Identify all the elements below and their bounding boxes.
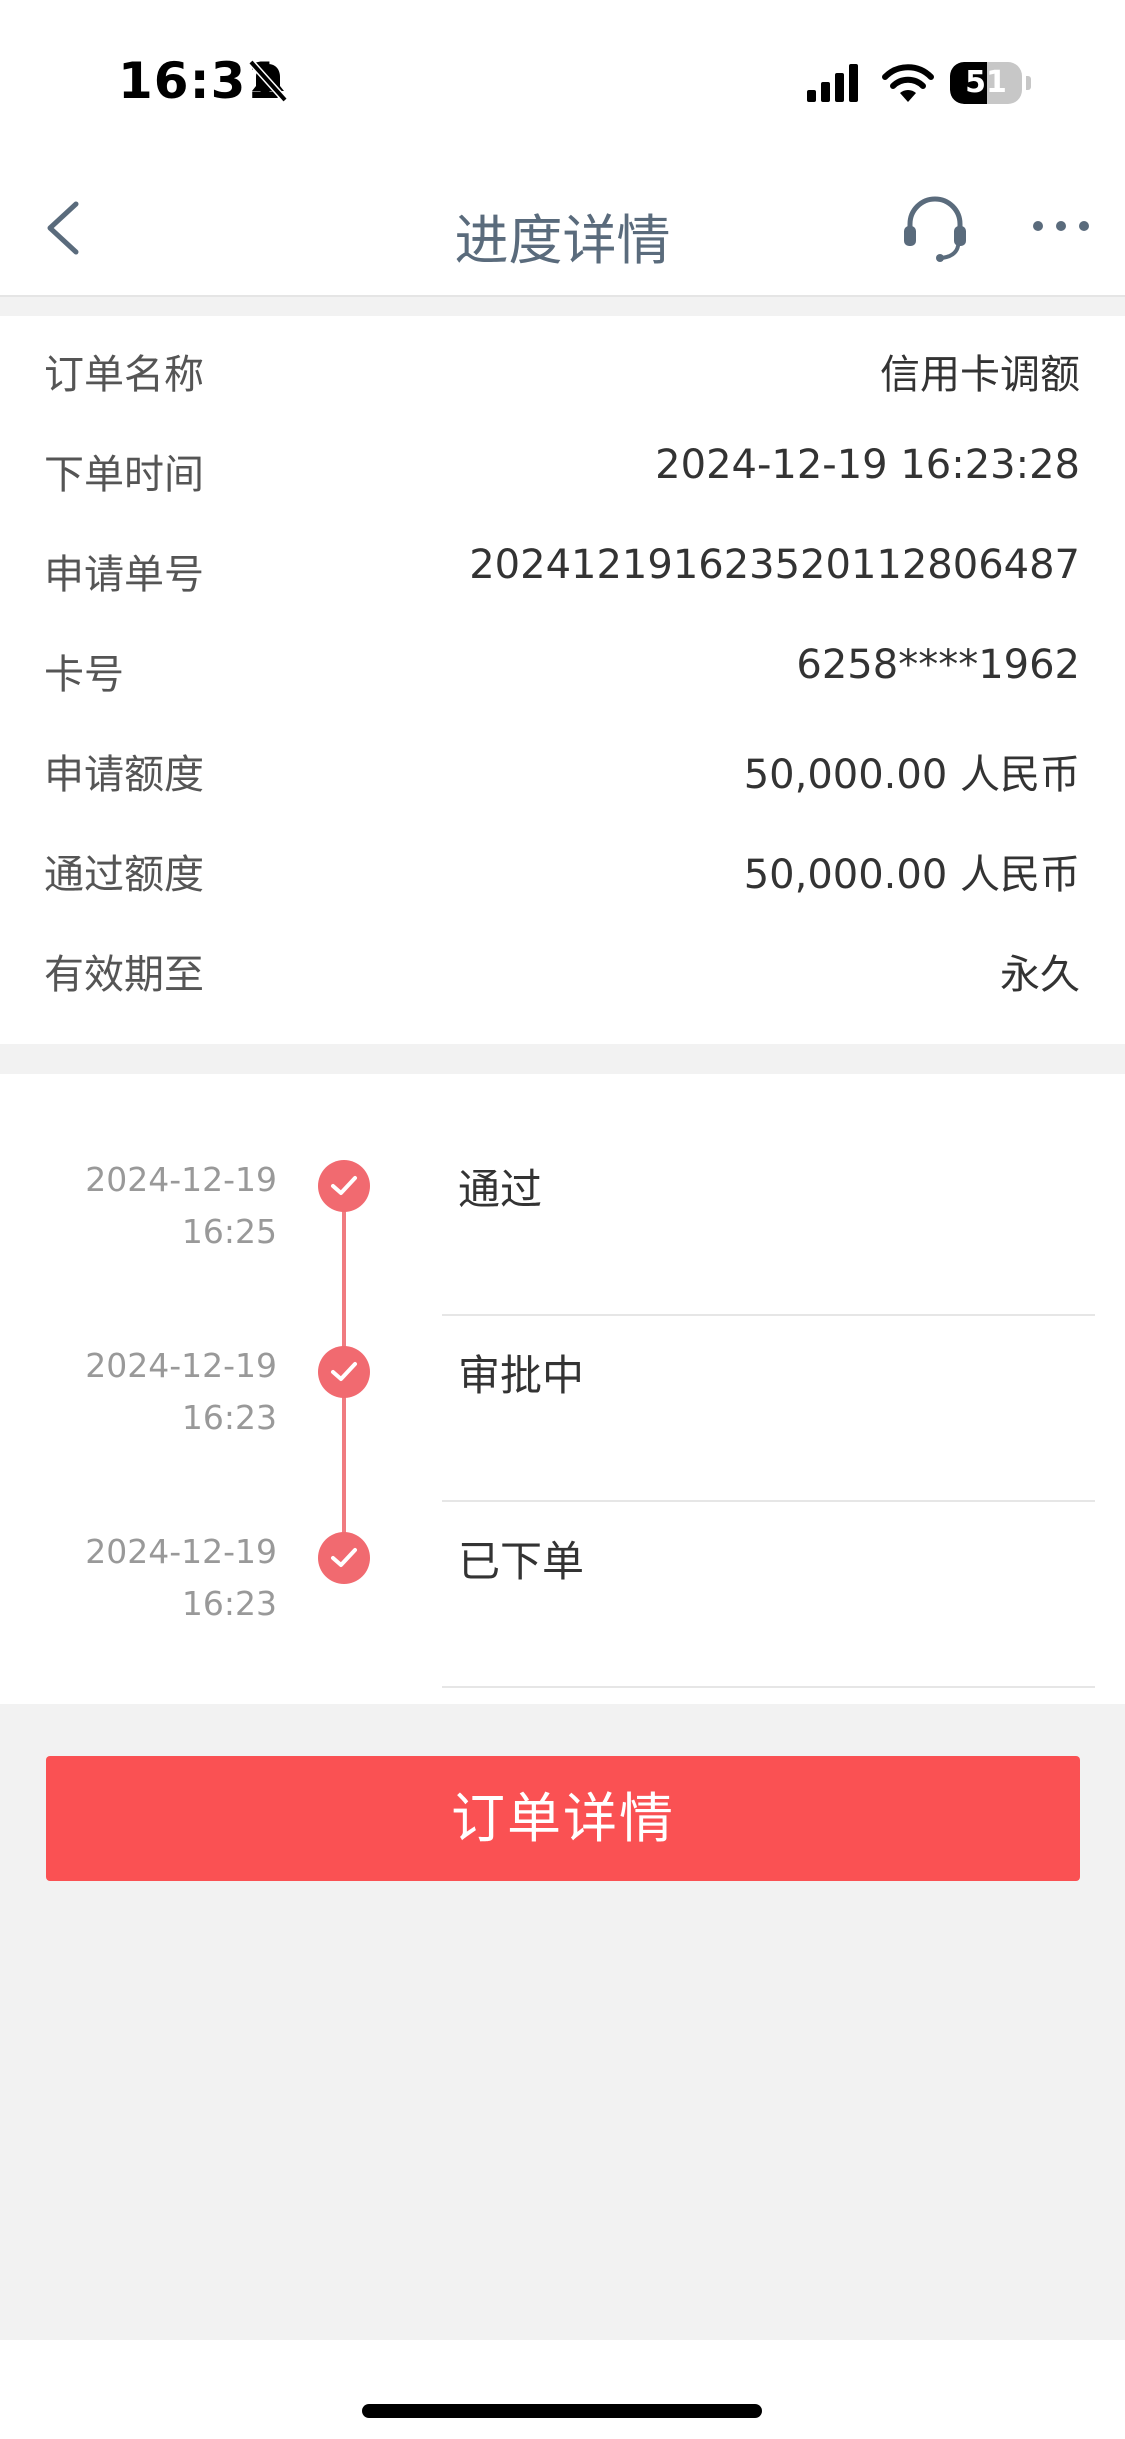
check-circle-icon bbox=[318, 1532, 370, 1584]
check-circle-icon bbox=[318, 1346, 370, 1398]
battery-percent: 51 bbox=[965, 65, 1007, 100]
info-label: 下单时间 bbox=[44, 452, 204, 498]
info-label: 申请单号 bbox=[44, 552, 204, 598]
info-label: 通过额度 bbox=[44, 852, 204, 898]
timeline-date-time: 16:25 bbox=[181, 1212, 277, 1251]
info-row-card-number: 卡号 6258****1962 bbox=[0, 616, 1125, 716]
info-row-application-number: 申请单号 20241219162352011280648​7 bbox=[0, 516, 1125, 616]
info-row-order-time: 下单时间 2024-12-19 16:23:28 bbox=[0, 416, 1125, 516]
timeline-status: 审批中 bbox=[458, 1351, 585, 1400]
info-value: 信用卡调额 bbox=[880, 352, 1080, 398]
nav-bar: 进度详情 bbox=[0, 160, 1125, 297]
info-value: 2024-12-19 16:23:28 bbox=[655, 442, 1080, 488]
timeline-date-day: 2024-12-19 bbox=[85, 1346, 277, 1385]
status-bar: 16:31 51 bbox=[0, 0, 1125, 160]
timeline-date-day: 2024-12-19 bbox=[85, 1160, 277, 1199]
cellular-signal-icon bbox=[807, 64, 858, 102]
order-details-button[interactable]: 订单详情 bbox=[46, 1756, 1080, 1881]
timeline-date: 2024-12-19 16:23 bbox=[60, 1526, 277, 1630]
timeline-date-day: 2024-12-19 bbox=[85, 1532, 277, 1571]
info-value: 6258****1962 bbox=[796, 642, 1080, 688]
timeline-item: 2024-12-19 16:23 已下单 bbox=[0, 1526, 1125, 1712]
info-row-requested-limit: 申请额度 50,000.00 人民币 bbox=[0, 716, 1125, 816]
wifi-icon bbox=[882, 64, 934, 102]
headset-icon[interactable] bbox=[898, 190, 972, 264]
info-label: 卡号 bbox=[44, 652, 124, 698]
battery-cap bbox=[1026, 76, 1031, 90]
info-row-approved-limit: 通过额度 50,000.00 人民币 bbox=[0, 816, 1125, 916]
home-indicator[interactable] bbox=[362, 2404, 762, 2418]
info-value: 永久 bbox=[1000, 952, 1080, 998]
info-value: 20241219162352011280648​7 bbox=[469, 542, 1080, 588]
timeline-status: 通过 bbox=[458, 1165, 543, 1214]
battery-indicator: 51 bbox=[950, 62, 1031, 104]
bottom-safe-area bbox=[0, 2340, 1125, 2439]
timeline-date-time: 16:23 bbox=[181, 1584, 277, 1623]
more-options-icon[interactable] bbox=[1030, 206, 1092, 246]
divider bbox=[442, 1500, 1095, 1502]
timeline-item: 2024-12-19 16:25 通过 bbox=[0, 1154, 1125, 1340]
battery-body: 51 bbox=[950, 62, 1022, 104]
bell-muted-icon bbox=[248, 59, 288, 103]
info-value: 50,000.00 人民币 bbox=[743, 752, 1080, 798]
info-row-order-name: 订单名称 信用卡调额 bbox=[0, 316, 1125, 416]
timeline-status: 已下单 bbox=[458, 1537, 585, 1586]
info-row-valid-until: 有效期至 永久 bbox=[0, 916, 1125, 1016]
info-label: 申请额度 bbox=[44, 752, 204, 798]
divider bbox=[442, 1314, 1095, 1316]
timeline-date-time: 16:23 bbox=[181, 1398, 277, 1437]
progress-timeline: 2024-12-19 16:25 通过 2024-12-19 16:23 审批中… bbox=[0, 1074, 1125, 1704]
check-circle-icon bbox=[318, 1160, 370, 1212]
divider bbox=[442, 1686, 1095, 1688]
timeline-item: 2024-12-19 16:23 审批中 bbox=[0, 1340, 1125, 1526]
timeline-date: 2024-12-19 16:25 bbox=[60, 1154, 277, 1258]
info-label: 有效期至 bbox=[44, 952, 204, 998]
timeline-date: 2024-12-19 16:23 bbox=[60, 1340, 277, 1444]
info-value: 50,000.00 人民币 bbox=[743, 852, 1080, 898]
info-label: 订单名称 bbox=[44, 352, 204, 398]
order-info-card: 订单名称 信用卡调额 下单时间 2024-12-19 16:23:28 申请单号… bbox=[0, 316, 1125, 1044]
